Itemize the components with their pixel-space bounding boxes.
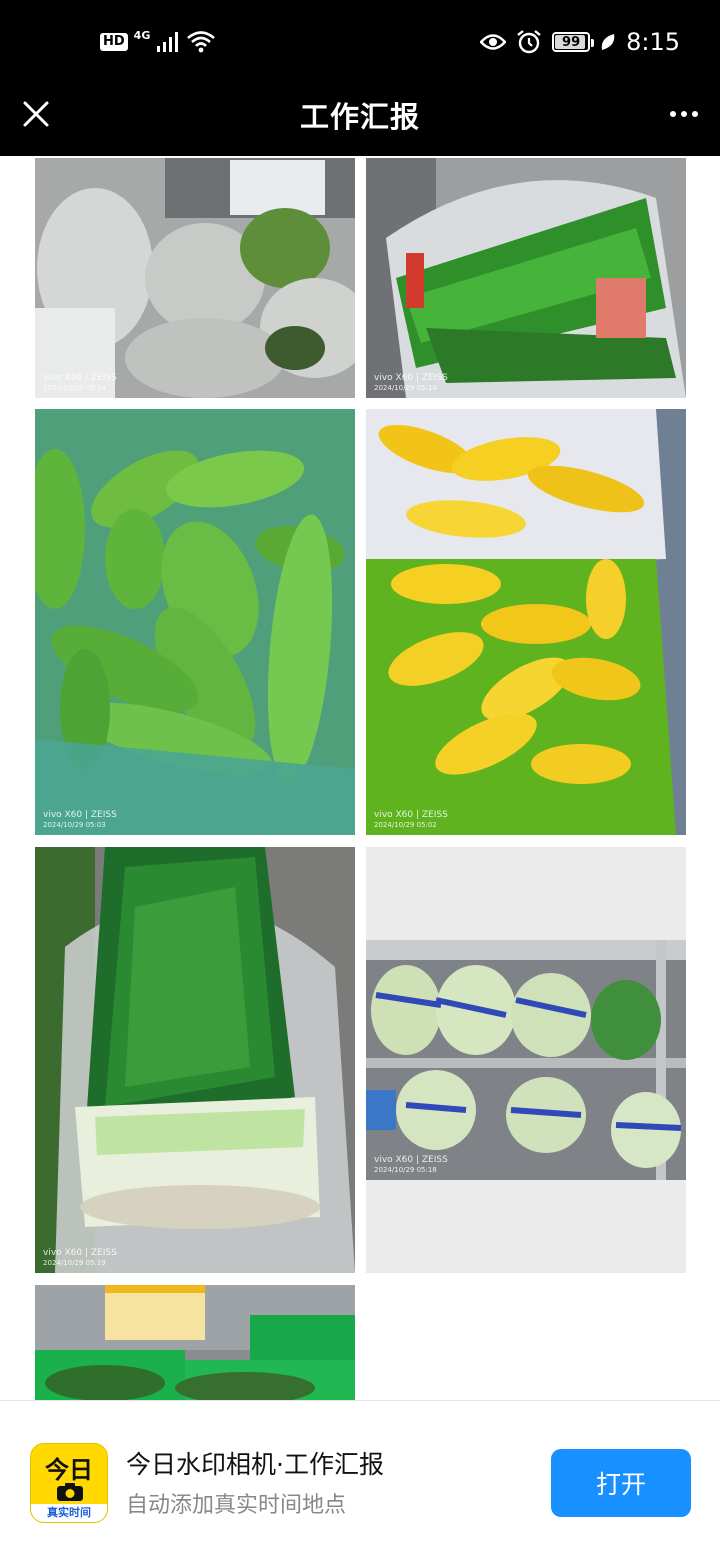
leaf-icon bbox=[601, 34, 615, 50]
photo-watermark: vivo X60 | ZEISS 2024/10/29 05:03 bbox=[43, 809, 117, 829]
signal-icon bbox=[157, 32, 179, 52]
photo-greens-crates[interactable] bbox=[35, 1285, 355, 1400]
app-promo-banner: 今日 真实时间 今日水印相机·工作汇报 自动添加真实时间地点 打开 bbox=[0, 1400, 720, 1560]
photo-watermark: vivo X60 | ZEISS 2024/10/29 05:14 bbox=[374, 372, 448, 392]
open-app-button[interactable]: 打开 bbox=[551, 1449, 691, 1517]
photo-corn[interactable]: vivo X60 | ZEISS 2024/10/29 05:02 bbox=[366, 409, 686, 835]
more-dot-icon bbox=[670, 111, 676, 117]
photo-watermark: vivo X60 | ZEISS 2024/10/29 05:02 bbox=[374, 809, 448, 829]
photo-packed-vegetables-image bbox=[35, 158, 355, 398]
title-bar: 工作汇报 bbox=[0, 84, 720, 156]
clock: 8:15 bbox=[626, 28, 680, 56]
photo-chives-image bbox=[366, 158, 686, 398]
photo-green-onions[interactable]: vivo X60 | ZEISS 2024/10/29 05:19 bbox=[35, 847, 355, 1273]
photo-watermark: vivo X60 | ZEISS 2024/10/29 05:14 bbox=[43, 372, 117, 392]
wifi-icon bbox=[187, 31, 216, 53]
hd-icon: HD bbox=[100, 33, 128, 51]
photo-chives[interactable]: vivo X60 | ZEISS 2024/10/29 05:14 bbox=[366, 158, 686, 398]
photo-bitter-melon[interactable]: vivo X60 | ZEISS 2024/10/29 05:03 bbox=[35, 409, 355, 835]
status-right: 99 8:15 bbox=[480, 26, 680, 58]
app-icon-caption: 真实时间 bbox=[31, 1504, 107, 1522]
photo-cabbage-shelf-image: vivo X60 | ZEISS 2024/10/29 05:18 bbox=[366, 940, 686, 1180]
camera-icon bbox=[57, 1483, 83, 1501]
more-dot-icon bbox=[692, 111, 698, 117]
photo-watermark: vivo X60 | ZEISS 2024/10/29 05:19 bbox=[43, 1247, 117, 1267]
photo-packed-vegetables[interactable]: vivo X60 | ZEISS 2024/10/29 05:14 bbox=[35, 158, 355, 398]
camera-app-icon[interactable]: 今日 真实时间 bbox=[30, 1443, 108, 1523]
page-title: 工作汇报 bbox=[299, 100, 420, 134]
banner-title: 今日水印相机·工作汇报 bbox=[126, 1450, 384, 1479]
alarm-icon bbox=[517, 30, 541, 54]
photo-bitter-melon-image bbox=[35, 409, 355, 835]
network-type: 4G bbox=[133, 29, 151, 42]
photo-cabbage-shelf[interactable]: vivo X60 | ZEISS 2024/10/29 05:18 bbox=[366, 847, 686, 1273]
photo-green-onions-image bbox=[35, 847, 355, 1273]
battery-icon: 99 bbox=[552, 32, 595, 52]
photo-corn-image bbox=[366, 409, 686, 835]
banner-subtitle: 自动添加真实时间地点 bbox=[126, 1493, 347, 1518]
status-bar: HD 4G 99 8:15 bbox=[0, 0, 720, 84]
more-dot-icon bbox=[681, 111, 687, 117]
more-options-button[interactable] bbox=[662, 94, 706, 134]
photo-grid: vivo X60 | ZEISS 2024/10/29 05:14 vivo X… bbox=[0, 156, 720, 1400]
status-left: HD 4G bbox=[100, 28, 216, 56]
photo-greens-crates-image bbox=[35, 1285, 355, 1400]
app-icon-label: 今日 bbox=[45, 1456, 93, 1484]
eye-icon bbox=[480, 34, 507, 50]
photo-watermark: vivo X60 | ZEISS 2024/10/29 05:18 bbox=[374, 1154, 448, 1174]
battery-level: 99 bbox=[562, 34, 581, 50]
